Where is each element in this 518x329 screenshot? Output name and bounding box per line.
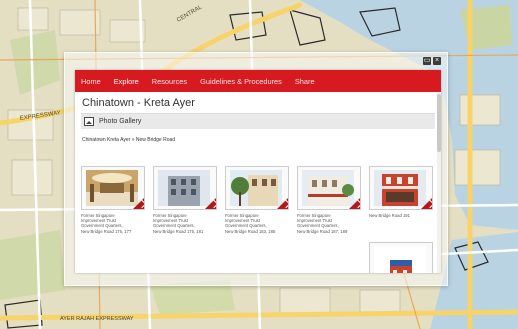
photo-tile[interactable]: New Bridge Road 191	[369, 166, 433, 218]
minimize-icon[interactable]: ▭	[423, 57, 431, 65]
expand-corner-icon	[349, 198, 360, 209]
photo-tile[interactable]	[369, 242, 433, 273]
photo-thumbnail[interactable]	[225, 166, 289, 210]
close-icon[interactable]: ×	[433, 57, 441, 65]
photo-caption: Former Singapore Improvement Trust Gover…	[153, 213, 204, 234]
photo-thumbnail[interactable]	[153, 166, 217, 210]
expand-corner-icon	[277, 198, 288, 209]
photo-tile[interactable]: Former Singapore Improvement Trust Gover…	[297, 166, 361, 234]
nav-home[interactable]: Home	[81, 77, 101, 86]
nav-explore[interactable]: Explore	[114, 77, 139, 86]
photo-caption: Former Singapore Improvement Trust Gover…	[297, 213, 348, 234]
shophouse-photo	[302, 170, 354, 206]
page-title: Chinatown - Kreta Ayer	[82, 97, 195, 109]
content-panel: Home Explore Resources Guidelines & Proc…	[75, 70, 441, 273]
photo-tile[interactable]: Former Singapore Improvement Trust Gover…	[81, 166, 145, 234]
nav-share[interactable]: Share	[295, 77, 315, 86]
window-controls: ▭ ×	[423, 57, 441, 65]
photo-tile[interactable]: Former Singapore Improvement Trust Gover…	[153, 166, 217, 234]
photo-grid: Former Singapore Improvement Trust Gover…	[81, 166, 441, 273]
breadcrumb-current: New Bridge Road	[135, 137, 176, 143]
breadcrumb: Chinatown Kreta Ayer » New Bridge Road	[82, 137, 441, 143]
shophouse-photo	[230, 170, 282, 206]
vertical-scrollbar[interactable]	[437, 92, 441, 273]
shophouse-photo	[374, 246, 426, 273]
photo-thumbnail[interactable]	[369, 166, 433, 210]
image-icon	[84, 117, 94, 126]
expand-corner-icon	[133, 198, 144, 209]
interior-photo	[86, 170, 138, 206]
road-label-ayer-rajah: AYER RAJAH EXPRESSWAY	[60, 316, 134, 322]
photo-tile[interactable]: Former Singapore Improvement Trust Gover…	[225, 166, 289, 234]
breadcrumb-separator: »	[131, 137, 135, 143]
photo-gallery-header: Photo Gallery	[81, 113, 435, 129]
nav-guidelines[interactable]: Guidelines & Procedures	[200, 77, 282, 86]
expand-corner-icon	[205, 198, 216, 209]
photo-gallery-title: Photo Gallery	[99, 118, 142, 125]
shophouse-photo	[374, 170, 426, 206]
photo-thumbnail[interactable]	[369, 242, 433, 273]
photo-caption: Former Singapore Improvement Trust Gover…	[81, 213, 132, 234]
expand-corner-icon	[421, 198, 432, 209]
photo-caption: Former Singapore Improvement Trust Gover…	[225, 213, 276, 234]
main-nav: Home Explore Resources Guidelines & Proc…	[75, 70, 441, 92]
shophouse-photo	[158, 170, 210, 206]
photo-thumbnail[interactable]	[81, 166, 145, 210]
photo-thumbnail[interactable]	[297, 166, 361, 210]
nav-resources[interactable]: Resources	[152, 77, 187, 86]
breadcrumb-parent[interactable]: Chinatown Kreta Ayer	[82, 137, 130, 143]
photo-caption: New Bridge Road 191	[369, 213, 410, 218]
scrollbar-thumb[interactable]	[437, 94, 441, 152]
